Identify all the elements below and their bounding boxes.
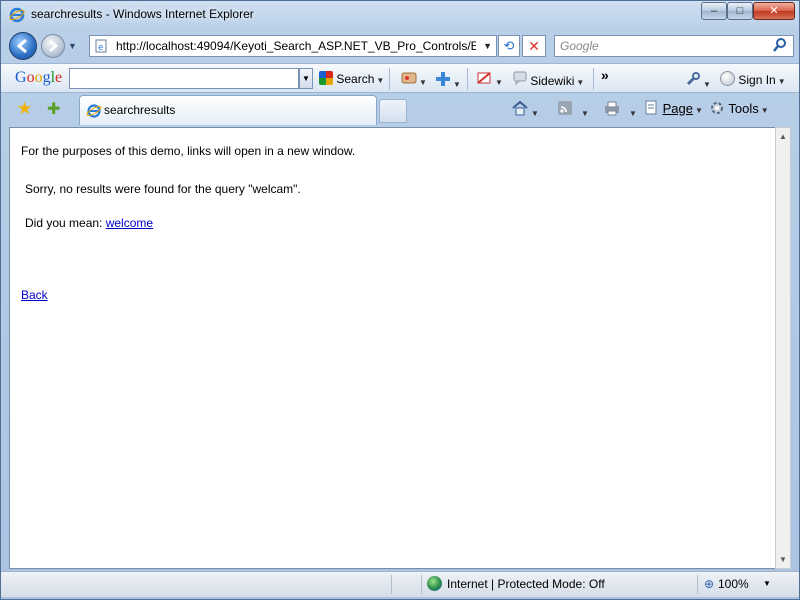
bookmarks-button[interactable]: ▼ (401, 71, 427, 88)
popup-blocker-button[interactable]: ▼ (477, 71, 503, 88)
favorites-star-icon[interactable]: ★ (17, 99, 32, 119)
add-favorites-icon[interactable]: ✚ (47, 99, 60, 119)
google-search-input[interactable] (69, 68, 299, 89)
zoom-icon: ⊕ (704, 577, 715, 591)
tools-menu[interactable]: Tools ▼ (709, 100, 769, 116)
zoom-level[interactable]: 100% (718, 577, 749, 591)
back-arrow-icon (16, 38, 27, 54)
tab-bar: ★ ✚ searchresults ▼ ▼ ▼ Page ▼ Tools ▼ (1, 93, 799, 127)
signin-circle-icon (720, 71, 735, 86)
sidewiki-button[interactable]: Sidewiki ▼ (513, 71, 584, 88)
security-zone-text: Internet | Protected Mode: Off (447, 577, 605, 591)
minimize-button[interactable]: – (701, 2, 727, 20)
no-results-message: Sorry, no results were found for the que… (25, 182, 301, 196)
svg-text:e: e (98, 43, 104, 53)
search-icon[interactable] (773, 37, 787, 56)
google-toolbar: Google ▼ Search ▼ ▼ ▼ ▼ Sidewiki ▼ » ▼ Sig… (1, 63, 799, 93)
did-you-mean-line: Did you mean: welcome (25, 216, 153, 230)
plus-icon (436, 72, 450, 86)
ie-page-icon (86, 104, 102, 118)
zoom-dropdown[interactable]: ▼ (763, 579, 771, 588)
forward-button[interactable] (41, 34, 65, 58)
ie-logo-icon (9, 7, 25, 23)
globe-icon (427, 576, 442, 591)
add-button[interactable]: ▼ (435, 71, 461, 90)
address-bar[interactable]: e http://localhost:49094/Keyoti_Search_A… (89, 35, 497, 57)
vertical-scrollbar[interactable]: ▲ ▼ (775, 127, 791, 569)
suggestion-link[interactable]: welcome (106, 216, 153, 230)
print-button[interactable]: ▼ (603, 100, 637, 119)
feeds-button[interactable]: ▼ (557, 100, 589, 119)
tab-searchresults[interactable]: searchresults (79, 95, 377, 125)
google-search-history-dropdown[interactable]: ▼ (299, 68, 313, 89)
sidewiki-icon (513, 71, 527, 86)
rss-feed-icon (558, 101, 572, 115)
popup-blocker-icon (477, 72, 491, 84)
wrench-icon (686, 72, 700, 86)
intro-text: For the purposes of this demo, links wil… (21, 144, 356, 158)
status-bar: Internet | Protected Mode: Off ⊕ 100% ▼ (1, 571, 799, 597)
address-url[interactable]: http://localhost:49094/Keyoti_Search_ASP… (116, 39, 476, 53)
more-tools-button[interactable]: » (601, 67, 609, 83)
page-menu-icon (645, 100, 657, 115)
page-menu[interactable]: Page ▼ (643, 100, 703, 116)
print-icon (605, 101, 619, 116)
google-search-button[interactable]: Search ▼ (319, 71, 384, 86)
bookmark-icon (401, 72, 417, 84)
google-logo: Google (15, 69, 63, 86)
recent-pages-dropdown[interactable]: ▼ (68, 41, 77, 51)
did-you-mean-label: Did you mean: (25, 216, 103, 230)
scroll-up-arrow[interactable]: ▲ (779, 132, 787, 141)
sign-in-button[interactable]: Sign In ▼ (720, 71, 786, 87)
address-dropdown[interactable]: ▼ (483, 41, 492, 51)
search-input[interactable]: Google (554, 35, 794, 57)
title-bar: searchresults - Windows Internet Explore… (1, 1, 799, 29)
tools-gear-icon (711, 102, 723, 114)
back-link[interactable]: Back (21, 288, 48, 302)
stop-icon: ✕ (528, 38, 540, 54)
forward-arrow-icon (49, 40, 58, 52)
page-content: For the purposes of this demo, links wil… (9, 127, 783, 569)
back-button[interactable] (9, 32, 37, 60)
google-icon (319, 71, 333, 85)
refresh-icon: ⟲ (503, 38, 515, 53)
close-button[interactable]: ✕ (753, 2, 795, 20)
window-title: searchresults - Windows Internet Explore… (31, 7, 254, 21)
stop-button[interactable]: ✕ (522, 35, 546, 57)
search-placeholder: Google (560, 39, 599, 53)
home-button[interactable]: ▼ (511, 100, 539, 119)
home-icon (512, 100, 528, 116)
back-link-line: Back (21, 288, 48, 302)
maximize-button[interactable]: □ (727, 2, 753, 20)
browser-window: searchresults - Windows Internet Explore… (0, 0, 800, 600)
scroll-down-arrow[interactable]: ▼ (779, 555, 787, 564)
settings-button[interactable]: ▼ (685, 71, 711, 90)
new-tab-button[interactable] (379, 99, 407, 123)
refresh-button[interactable]: ⟲ (498, 35, 520, 57)
page-icon: e (95, 39, 107, 53)
tab-label: searchresults (104, 103, 176, 117)
navigation-bar: ▼ e http://localhost:49094/Keyoti_Search… (1, 29, 799, 63)
